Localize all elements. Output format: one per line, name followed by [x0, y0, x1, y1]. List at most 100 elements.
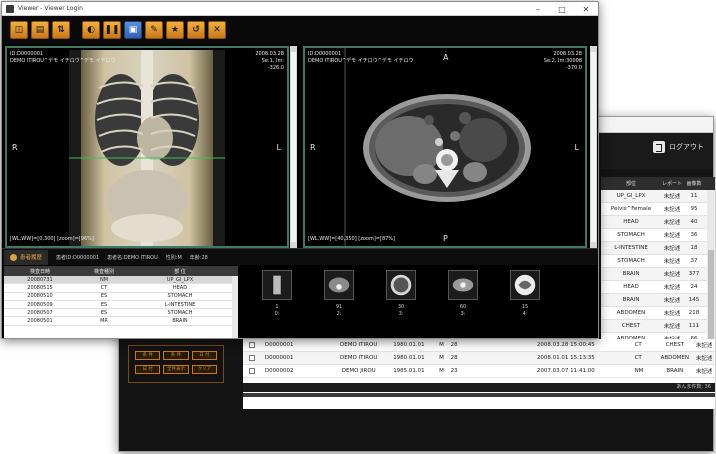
thumbnail-count: 1	[275, 304, 279, 310]
table-row[interactable]: CHEST 未記述 111	[601, 320, 715, 333]
series-info: Se:1, Im:	[261, 58, 284, 64]
series-thumbnail[interactable]: 15 4:	[508, 270, 542, 318]
table-row[interactable]: 20080510 ES STOMACH	[4, 293, 238, 301]
table-cell: NM	[99, 276, 109, 283]
table-cell: 20080501	[27, 318, 53, 325]
table-cell: BRAIN	[622, 297, 640, 303]
minimize-icon[interactable]: –	[526, 2, 550, 16]
history-scrollbar[interactable]	[232, 276, 238, 338]
table-cell: 未記述	[663, 246, 681, 252]
annotate-icon[interactable]: ★	[166, 21, 184, 39]
table-cell: CT	[100, 284, 108, 291]
search-button[interactable]: 条 件	[135, 351, 161, 360]
image-viewport-left[interactable]: ID:D0000001 DEMO ITIROU^デモ イチロウ^デモ イチロウ …	[5, 46, 289, 248]
list-item[interactable]: D0000002 DEMO JIROU 1985.01.01 M 23 2007.03.0…	[243, 365, 715, 378]
list-cell: D0000002	[264, 368, 294, 374]
orientation-anterior: A	[443, 53, 449, 62]
maximize-icon[interactable]: □	[550, 2, 574, 16]
row-checkbox[interactable]	[249, 342, 255, 348]
thumbnail-count: 30	[397, 304, 405, 310]
table-row[interactable]: BRAIN 未記述 377	[601, 268, 715, 281]
search-button[interactable]: 条 件	[163, 351, 189, 360]
search-button[interactable]: 全件表示	[163, 365, 189, 374]
close-icon[interactable]: ✕	[208, 21, 226, 39]
table-cell: L-INTESTINE	[614, 245, 648, 251]
list-cell: M	[439, 342, 444, 348]
col-body-part[interactable]: 部位	[601, 180, 661, 187]
image-viewport-right[interactable]: ID:D0000001 DEMO ITIROU^デモ イチロウ^デモ イチロウ …	[303, 46, 587, 248]
row-checkbox[interactable]	[249, 368, 255, 374]
patient-sex-label: 性別:M	[165, 254, 182, 261]
table-row[interactable]: 20080507 ES STOMACH	[4, 309, 238, 318]
user-icon	[10, 253, 17, 261]
pause-icon[interactable]: ❚❚	[103, 21, 121, 39]
sync-icon[interactable]: ⇅	[52, 21, 70, 39]
viewport-right-scrollbar[interactable]	[590, 46, 597, 248]
study-table-header: 部位 レポート 画像数	[601, 177, 715, 190]
search-button[interactable]: 日 付	[191, 351, 217, 360]
close-window-icon[interactable]: ✕	[574, 2, 598, 16]
table-row[interactable]: STOMACH 未記述 36	[601, 229, 715, 242]
table-row[interactable]: 20080731 NM UP_GI_LPX	[4, 276, 238, 285]
series-thumbnail[interactable]: 60 3:	[446, 270, 480, 318]
table-cell: 20080515	[27, 284, 53, 291]
series-thumbnail[interactable]: 30 3:	[384, 270, 418, 318]
layout-icon[interactable]: ◫	[10, 21, 28, 39]
table-row[interactable]: 20080515 CT HEAD	[4, 284, 238, 293]
viewport-left-scrollbar[interactable]	[290, 46, 297, 248]
list-cell: DEMO ITIROU	[340, 342, 378, 348]
list-cell: D0000001	[264, 355, 294, 361]
table-row[interactable]: BRAIN 未記述 145	[601, 294, 715, 307]
search-button[interactable]: クリア	[191, 365, 217, 374]
patient-name: DEMO ITIROU^デモ イチロウ^デモ イチロウ	[10, 58, 116, 64]
select-icon[interactable]: ▣	[124, 21, 142, 39]
list-cell: 1980.01.01	[393, 355, 425, 361]
reset-icon[interactable]: ↺	[187, 21, 205, 39]
overlay-top-left: ID:D0000001 DEMO ITIROU^デモ イチロウ^デモ イチロウ	[10, 51, 115, 65]
window-level-icon[interactable]: ◐	[82, 21, 100, 39]
row-checkbox[interactable]	[249, 355, 255, 361]
table-row[interactable]: STOMACH 未記述 37	[601, 255, 715, 268]
patient-study-list: D0000001 DEMO ITIROU 1980.01.01 M 28 2008.03.…	[243, 339, 715, 409]
series-icon[interactable]: ▤	[31, 21, 49, 39]
measure-icon[interactable]: ✎	[145, 21, 163, 39]
tab-patient-history[interactable]: 患者履歴	[4, 249, 49, 265]
list-item[interactable]: D0000001 DEMO ITIROU 1980.01.01 M 28 2008.01.…	[243, 352, 715, 365]
list-cell: 1980.01.01	[393, 342, 425, 348]
list-item[interactable]: D0000001 DEMO ITIROU 1980.01.01 M 28 2008.03.…	[243, 339, 715, 352]
history-header: 検査日時 検査種別 部 位	[4, 266, 238, 276]
table-row[interactable]: L-INTESTINE 未記述 18	[601, 242, 715, 255]
table-row[interactable]: HEAD 未記述 24	[601, 281, 715, 294]
window-level-readout: [WL,WW]=[0,300] [zoom]=[96%]	[10, 236, 94, 242]
table-row[interactable]: Pelvis^Female 未記述 95	[601, 203, 715, 216]
table-row[interactable]: UP_GI_LPX 未記述 11	[601, 190, 715, 203]
table-row[interactable]: HEAD 未記述 40	[601, 216, 715, 229]
list-horizontal-scrollbar[interactable]	[243, 393, 715, 397]
table-row[interactable]: ABDOMEN 未記述 218	[601, 307, 715, 320]
table-cell: 20080509	[27, 301, 53, 308]
table-cell: 95	[690, 206, 698, 212]
list-cell: CHEST	[665, 342, 684, 348]
series-thumbnail[interactable]: 91 2:	[322, 270, 356, 318]
patient-name-label: 患者名:DEMO ITIROU	[107, 254, 158, 261]
table-row[interactable]: 20080509 ES L-INTESTINE	[4, 301, 238, 310]
orientation-posterior: P	[443, 234, 448, 243]
table-row[interactable]: 20080501 MR BRAIN	[4, 317, 238, 326]
series-thumbnail[interactable]: 1 0:	[260, 270, 294, 318]
logout-button[interactable]: ログアウト	[653, 138, 704, 156]
list-cell: DEMO ITIROU	[340, 355, 378, 361]
col-body-part[interactable]: 部 位	[132, 268, 228, 275]
thumbnail-series: 2:	[336, 311, 342, 317]
search-button[interactable]: 日 付	[135, 365, 161, 374]
col-modality[interactable]: 検査種別	[76, 268, 132, 275]
exam-history-table: 検査日時 検査種別 部 位 20080731 NM UP_GI_LPX 2008051…	[4, 266, 238, 338]
table-cell: CHEST	[621, 323, 641, 329]
thumbnail-count: 60	[459, 304, 467, 310]
tab-label: 患者履歴	[20, 255, 43, 261]
col-exam-date[interactable]: 検査日時	[4, 268, 76, 275]
col-report[interactable]: レポート	[661, 180, 683, 187]
list-cell: M	[439, 355, 444, 361]
table-cell: BRAIN	[622, 271, 640, 277]
col-image-count[interactable]: 画像数	[683, 180, 705, 187]
logout-icon	[653, 141, 665, 153]
